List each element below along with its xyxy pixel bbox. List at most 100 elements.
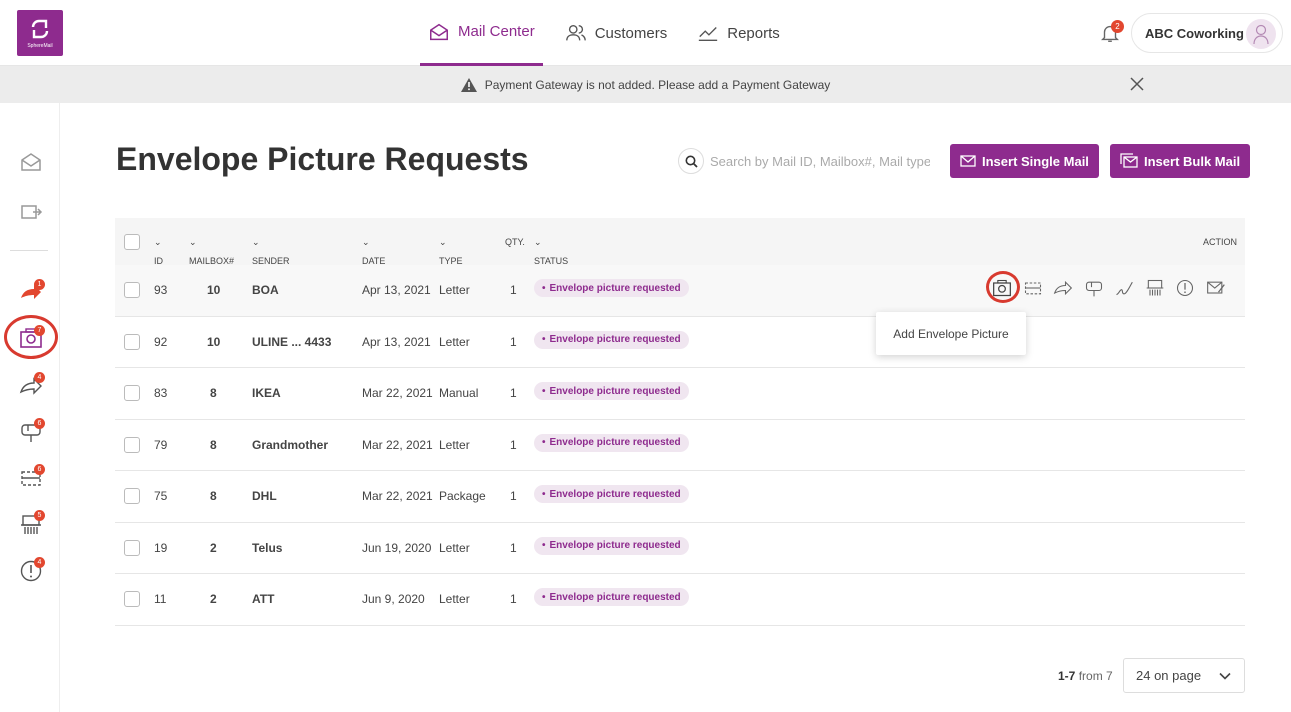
nav-label: Mail Center xyxy=(458,23,535,40)
select-all-checkbox[interactable] xyxy=(124,234,140,250)
cell-sender: ATT xyxy=(252,592,275,606)
scan-button[interactable] xyxy=(1022,277,1044,299)
cell-date: Jun 19, 2020 xyxy=(362,540,432,555)
col-status[interactable]: STATUS ⌄ xyxy=(534,237,568,266)
pickup-button[interactable] xyxy=(1083,277,1105,299)
logo-icon xyxy=(31,19,49,39)
camera-icon xyxy=(993,279,1011,297)
nav-mail-center[interactable]: Mail Center xyxy=(420,0,543,66)
table-row[interactable]: 79 8 Grandmother Mar 22, 2021 Letter 1 E… xyxy=(115,420,1245,471)
cell-id: 83 xyxy=(154,386,168,400)
cell-mailbox: 2 xyxy=(210,592,217,606)
cell-qty: 1 xyxy=(510,489,517,503)
nav-label: Reports xyxy=(727,24,780,42)
close-icon[interactable] xyxy=(1130,77,1144,91)
cell-mailbox: 2 xyxy=(210,540,217,555)
brand-logo[interactable]: SphereMail xyxy=(17,10,63,56)
sidebar-divider xyxy=(10,250,48,251)
button-label: Insert Bulk Mail xyxy=(1144,153,1241,169)
payment-gateway-link[interactable]: Payment Gateway xyxy=(732,78,830,92)
table-row[interactable]: 92 10 ULINE ... 4433 Apr 13, 2021 Letter… xyxy=(115,317,1245,368)
warning-icon xyxy=(460,77,477,92)
sidebar-badge: 1 xyxy=(34,279,45,290)
cell-qty: 1 xyxy=(510,592,517,606)
cell-id: 19 xyxy=(154,540,168,555)
status-badge: Envelope picture requested xyxy=(534,588,689,606)
page-title: Envelope Picture Requests xyxy=(116,141,529,177)
col-mailbox[interactable]: MAILBOX# ⌄ xyxy=(189,237,234,266)
cell-qty: 1 xyxy=(510,540,517,555)
col-sender[interactable]: SENDER ⌄ xyxy=(252,237,290,266)
mail-table: ID ⌄ MAILBOX# ⌄ SENDER ⌄ DATE ⌄ TYPE ⌄ Q… xyxy=(115,218,1245,626)
cell-mailbox: 8 xyxy=(210,489,217,503)
banner-message: Payment Gateway is not added. Please add… xyxy=(484,77,729,92)
row-checkbox[interactable] xyxy=(124,436,140,453)
status-badge: Envelope picture requested xyxy=(534,279,689,297)
account-menu[interactable]: ABC Coworking xyxy=(1131,13,1283,53)
sidebar-badge: 7 xyxy=(34,325,45,336)
table-row[interactable]: 93 10 BOA Apr 13, 2021 Letter 1 Envelope… xyxy=(115,265,1245,317)
insert-bulk-mail-button[interactable]: Insert Bulk Mail xyxy=(1110,144,1251,178)
cell-mailbox: 8 xyxy=(210,437,217,452)
row-checkbox[interactable] xyxy=(124,385,140,401)
cell-sender: ULINE ... 4433 xyxy=(252,334,332,349)
mail-edit-icon xyxy=(1206,281,1225,294)
forward-button[interactable] xyxy=(1052,277,1074,299)
col-type[interactable]: TYPE ⌄ xyxy=(439,237,463,266)
sidebar-item-forwarded[interactable] xyxy=(18,199,44,225)
per-page-value: 24 on page xyxy=(1136,668,1202,683)
row-checkbox[interactable] xyxy=(124,488,140,504)
nav-customers[interactable]: Customers xyxy=(557,0,676,66)
table-row[interactable]: 11 2 ATT Jun 9, 2020 Letter 1 Envelope p… xyxy=(115,574,1245,626)
cell-id: 11 xyxy=(154,592,167,606)
cell-sender: Telus xyxy=(252,540,283,555)
sidebar-badge: 5 xyxy=(34,510,45,521)
mark-read-button[interactable] xyxy=(1205,277,1227,299)
mail-open-icon xyxy=(21,153,41,171)
per-page-select[interactable]: 24 on page xyxy=(1123,658,1245,693)
shred-button[interactable] xyxy=(1144,277,1166,299)
button-label: Insert Single Mail xyxy=(982,153,1089,169)
table-row[interactable]: 83 8 IKEA Mar 22, 2021 Manual 1 Envelope… xyxy=(115,368,1245,420)
cell-qty: 1 xyxy=(510,334,517,349)
search-input[interactable] xyxy=(710,153,930,169)
pagination-range: 1-7 xyxy=(1058,669,1076,683)
scan-mail-icon xyxy=(1024,282,1041,295)
sidebar-badge: 6 xyxy=(34,464,45,475)
row-checkbox[interactable] xyxy=(124,591,140,607)
cell-type: Letter xyxy=(439,592,470,606)
envelope-icon xyxy=(960,155,976,167)
mail-forward-icon xyxy=(21,205,43,219)
cell-mailbox: 10 xyxy=(207,334,221,349)
insert-single-mail-button[interactable]: Insert Single Mail xyxy=(950,144,1099,178)
envelopes-icon xyxy=(1120,153,1138,168)
row-checkbox[interactable] xyxy=(124,539,140,556)
status-badge: Envelope picture requested xyxy=(534,382,689,400)
cell-sender: IKEA xyxy=(252,386,281,400)
search-icon[interactable] xyxy=(678,148,704,174)
nav-reports[interactable]: Reports xyxy=(689,0,788,66)
sign-button[interactable] xyxy=(1113,277,1135,299)
cell-id: 75 xyxy=(154,489,168,503)
shredder-icon xyxy=(1146,279,1163,296)
col-date[interactable]: DATE ⌄ xyxy=(362,237,385,266)
add-envelope-picture-button[interactable] xyxy=(991,277,1013,299)
status-badge: Envelope picture requested xyxy=(534,433,689,452)
table-row[interactable]: 75 8 DHL Mar 22, 2021 Package 1 Envelope… xyxy=(115,471,1245,523)
cell-date: Mar 22, 2021 xyxy=(362,386,433,400)
row-checkbox[interactable] xyxy=(124,282,140,298)
report-issue-button[interactable] xyxy=(1174,277,1196,299)
cell-type: Manual xyxy=(439,386,479,400)
table-row[interactable]: 19 2 Telus Jun 19, 2020 Letter 1 Envelop… xyxy=(115,523,1245,574)
status-badge: Envelope picture requested xyxy=(534,330,689,349)
row-actions xyxy=(991,277,1235,299)
cell-type: Letter xyxy=(439,540,470,555)
cell-date: Apr 13, 2021 xyxy=(362,334,431,349)
col-id[interactable]: ID ⌄ xyxy=(154,237,163,266)
search-bar xyxy=(678,147,933,175)
signature-icon xyxy=(1116,281,1133,296)
cell-date: Mar 22, 2021 xyxy=(362,489,433,503)
row-checkbox[interactable] xyxy=(124,333,140,350)
sidebar-item-inbox[interactable] xyxy=(18,149,44,175)
sidebar: 1 7 4 6 6 5 4 xyxy=(0,103,60,712)
